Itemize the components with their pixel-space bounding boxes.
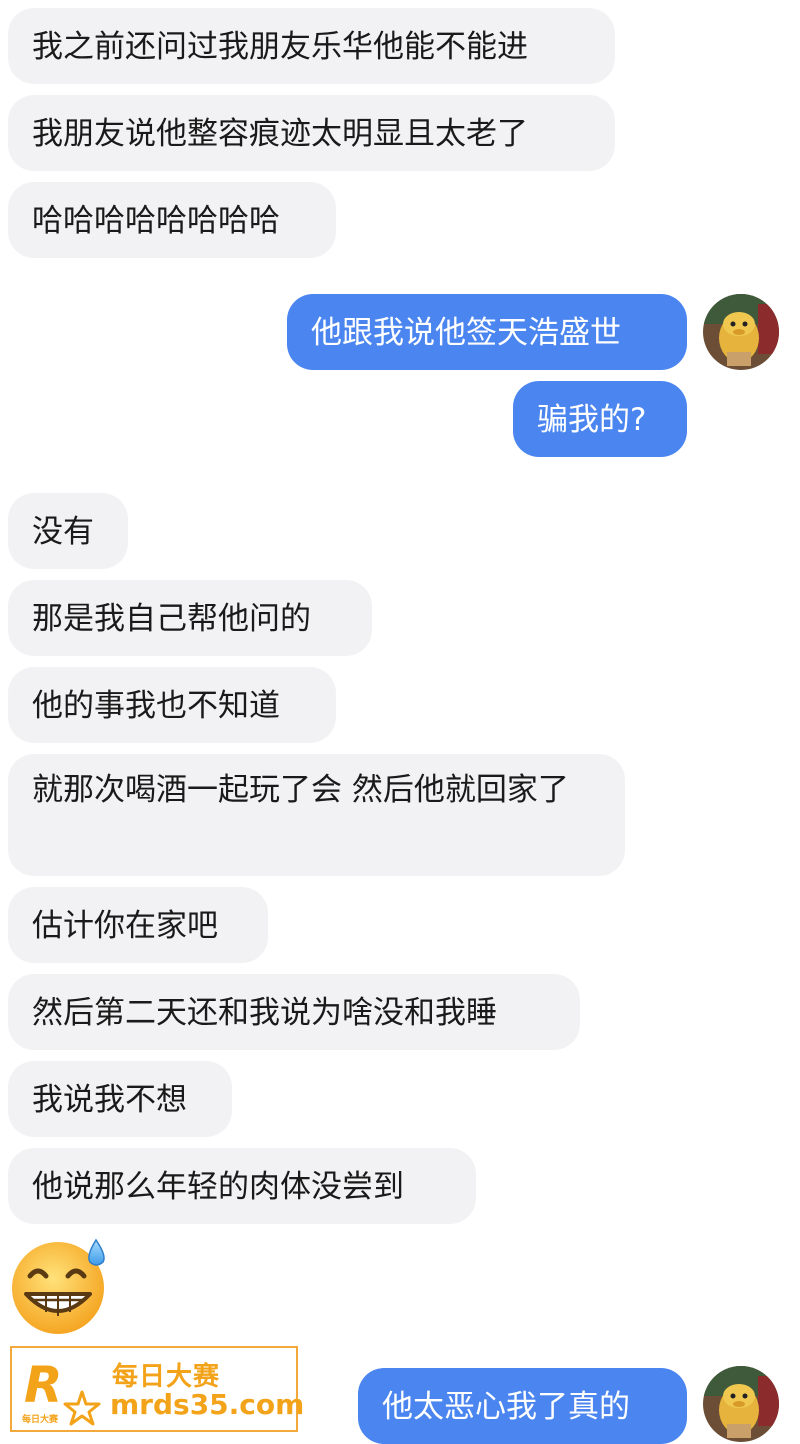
- message-text: 我朋友说他整容痕迹太明显且太老了: [32, 116, 528, 152]
- watermark-url: mrds35.com: [110, 1388, 305, 1421]
- sweat-grin-emoji-message[interactable]: [8, 1236, 112, 1336]
- message-text: 哈哈哈哈哈哈哈哈: [32, 203, 280, 239]
- message-text: 没有: [32, 514, 94, 550]
- message-text: 就那次喝酒一起玩了会 然后他就回家了: [32, 772, 569, 808]
- incoming-message-bubble[interactable]: 他的事我也不知道: [8, 667, 336, 743]
- message-text: 他说那么年轻的肉体没尝到: [32, 1169, 404, 1205]
- outgoing-message-bubble[interactable]: 骗我的?: [513, 381, 687, 457]
- message-text: 估计你在家吧: [32, 908, 218, 944]
- message-text: 他太恶心我了真的: [382, 1389, 630, 1425]
- message-text: 骗我的?: [537, 402, 647, 438]
- incoming-message-bubble[interactable]: 就那次喝酒一起玩了会 然后他就回家了: [8, 754, 625, 876]
- r-star-logo-icon: R 每日大赛: [22, 1356, 101, 1426]
- svg-text:R: R: [24, 1356, 63, 1414]
- message-text: 那是我自己帮他问的: [32, 601, 311, 637]
- incoming-message-bubble[interactable]: 他说那么年轻的肉体没尝到: [8, 1148, 476, 1224]
- incoming-message-bubble[interactable]: 没有: [8, 493, 128, 569]
- message-text: 我之前还问过我朋友乐华他能不能进: [32, 29, 528, 65]
- incoming-message-bubble[interactable]: 我朋友说他整容痕迹太明显且太老了: [8, 95, 615, 171]
- watermark-logo: R 每日大赛: [20, 1356, 102, 1428]
- sweat-grin-emoji-icon: [12, 1238, 105, 1334]
- avatar-image-icon: [703, 1366, 779, 1442]
- message-text: 他的事我也不知道: [32, 688, 280, 724]
- message-text: 他跟我说他签天浩盛世: [311, 315, 621, 351]
- incoming-message-bubble[interactable]: 我之前还问过我朋友乐华他能不能进: [8, 8, 615, 84]
- incoming-message-bubble[interactable]: 然后第二天还和我说为啥没和我睡: [8, 974, 580, 1050]
- outgoing-message-bubble[interactable]: 他跟我说他签天浩盛世: [287, 294, 687, 370]
- message-text: 然后第二天还和我说为啥没和我睡: [32, 995, 497, 1031]
- outgoing-message-bubble[interactable]: 他太恶心我了真的: [358, 1368, 687, 1444]
- avatar-image-icon: [703, 294, 779, 370]
- svg-text:每日大赛: 每日大赛: [22, 1413, 59, 1425]
- incoming-message-bubble[interactable]: 我说我不想: [8, 1061, 232, 1137]
- user-avatar[interactable]: [703, 1366, 779, 1442]
- watermark-banner: R 每日大赛 每日大赛 mrds35.com: [10, 1346, 304, 1432]
- incoming-message-bubble[interactable]: 那是我自己帮他问的: [8, 580, 372, 656]
- user-avatar[interactable]: [703, 294, 779, 370]
- incoming-message-bubble[interactable]: 哈哈哈哈哈哈哈哈: [8, 182, 336, 258]
- incoming-message-bubble[interactable]: 估计你在家吧: [8, 887, 268, 963]
- message-text: 我说我不想: [32, 1082, 187, 1118]
